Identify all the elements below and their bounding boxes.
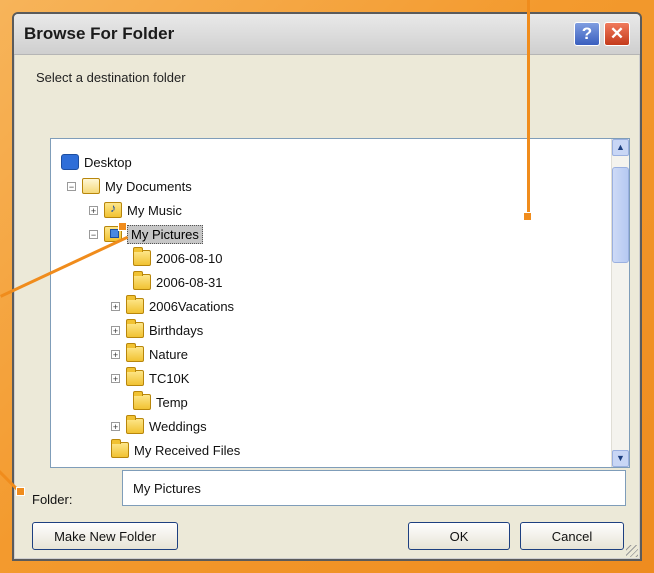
tree-item-desktop[interactable]: Desktop xyxy=(61,151,132,173)
callout-dot-pictures xyxy=(118,222,127,231)
tree-item-temp[interactable]: Temp xyxy=(133,391,188,413)
browse-for-folder-dialog: Browse For Folder ? ✕ Select a destinati… xyxy=(12,12,642,561)
folder-icon xyxy=(133,247,151,266)
music-folder-icon xyxy=(104,201,122,218)
tree-item-label: 2006Vacations xyxy=(149,298,235,314)
tree-item-nature[interactable]: + Nature xyxy=(111,343,188,365)
tree-item-my-music[interactable]: + My Music xyxy=(89,199,182,221)
folder-tree[interactable]: Desktop − My Documents + My Music − My P… xyxy=(50,138,630,468)
tree-item-label: 2006-08-31 xyxy=(156,274,223,290)
tree-item-label: 2006-08-10 xyxy=(156,250,223,266)
folder-icon xyxy=(126,295,144,314)
tree-item-my-documents[interactable]: − My Documents xyxy=(67,175,192,197)
folder-field-label: Folder: xyxy=(32,492,73,507)
folder-icon xyxy=(126,415,144,434)
tree-item-my-pictures[interactable]: − My Pictures xyxy=(89,223,203,245)
callout-dot-make-folder xyxy=(16,487,25,496)
tree-item-label: Weddings xyxy=(149,418,207,434)
folder-icon xyxy=(126,319,144,338)
expand-icon[interactable]: + xyxy=(89,205,98,215)
close-button[interactable]: ✕ xyxy=(604,22,630,46)
scroll-down-button[interactable]: ▼ xyxy=(612,450,629,467)
documents-icon xyxy=(82,178,100,194)
expand-icon[interactable]: + xyxy=(111,301,120,311)
callout-dot-top xyxy=(523,212,532,221)
vertical-scrollbar[interactable]: ▲ ▼ xyxy=(611,139,629,467)
collapse-icon[interactable]: − xyxy=(89,229,98,239)
tree-item-label: My Music xyxy=(127,202,182,218)
callout-line-top xyxy=(527,0,530,214)
tree-item-birthdays[interactable]: + Birthdays xyxy=(111,319,203,341)
tree-item-label: Desktop xyxy=(84,154,132,170)
scroll-thumb[interactable] xyxy=(612,167,629,263)
expand-icon[interactable]: + xyxy=(111,349,120,359)
title-bar: Browse For Folder ? ✕ xyxy=(14,14,640,55)
scroll-up-button[interactable]: ▲ xyxy=(612,139,629,156)
collapse-icon[interactable]: − xyxy=(67,181,76,191)
ok-button[interactable]: OK xyxy=(408,522,510,550)
desktop-icon xyxy=(61,154,79,170)
tree-item-label: Nature xyxy=(149,346,189,362)
folder-icon xyxy=(126,367,144,386)
expand-icon[interactable]: + xyxy=(111,373,120,383)
help-icon: ? xyxy=(581,24,593,43)
tree-item-2006-08-31[interactable]: 2006-08-31 xyxy=(133,271,223,293)
tree-item-label-selected: My Pictures xyxy=(127,224,203,244)
close-icon: ✕ xyxy=(609,24,625,43)
resize-grip-icon[interactable] xyxy=(626,545,638,557)
tree-item-label: My Documents xyxy=(105,178,192,194)
window-title: Browse For Folder xyxy=(24,24,175,43)
tree-item-label: Temp xyxy=(156,394,188,410)
tree-item-label: Birthdays xyxy=(149,322,204,338)
expand-icon[interactable]: + xyxy=(111,325,120,335)
tree-item-2006vacations[interactable]: + 2006Vacations xyxy=(111,295,234,317)
folder-icon xyxy=(133,391,151,410)
tree-item-label: TC10K xyxy=(149,370,190,386)
tree-item-my-received-files[interactable]: My Received Files xyxy=(111,439,240,461)
help-button[interactable]: ? xyxy=(574,22,600,46)
expand-icon[interactable]: + xyxy=(111,421,120,431)
tree-item-2006-08-10[interactable]: 2006-08-10 xyxy=(133,247,223,269)
folder-icon xyxy=(126,343,144,362)
instruction-text: Select a destination folder xyxy=(36,70,186,85)
tree-item-tc10k[interactable]: + TC10K xyxy=(111,367,189,389)
folder-icon xyxy=(133,271,151,290)
cancel-button[interactable]: Cancel xyxy=(520,522,624,550)
make-new-folder-button[interactable]: Make New Folder xyxy=(32,522,178,550)
tree-item-weddings[interactable]: + Weddings xyxy=(111,415,207,437)
folder-icon xyxy=(111,439,129,458)
tree-item-label: My Received Files xyxy=(134,442,241,458)
folder-input[interactable] xyxy=(122,470,626,506)
